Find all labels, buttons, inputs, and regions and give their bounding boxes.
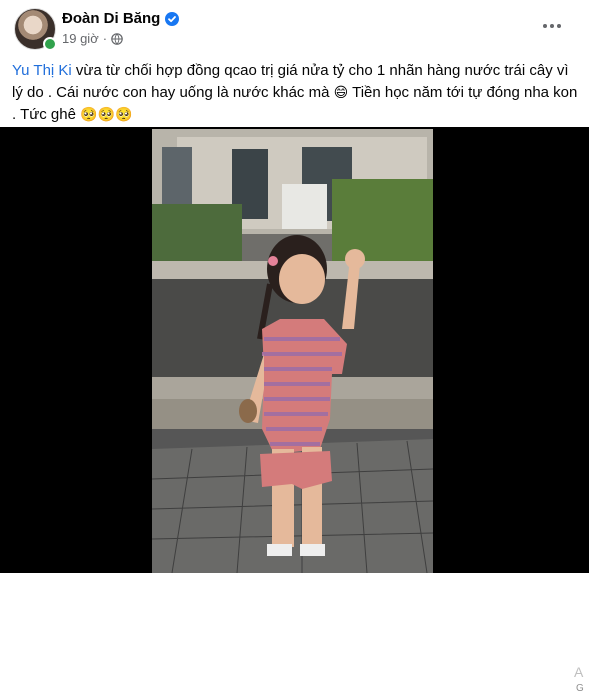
post-time[interactable]: 19 giờ: [62, 31, 99, 46]
author-row: Đoàn Di Băng: [62, 10, 180, 27]
emoji-pleading: 🥺🥺🥺: [80, 107, 133, 123]
verified-badge-icon: [165, 11, 180, 26]
post-header: Đoàn Di Băng 19 giờ ·: [14, 8, 574, 52]
video-side-text-2: G: [576, 683, 584, 694]
mention-link[interactable]: Yu Thị Ki: [12, 62, 72, 79]
video-scene: [152, 129, 433, 573]
facebook-post: Đoàn Di Băng 19 giờ · Yu Thị Ki vừa từ c…: [0, 0, 589, 694]
more-options-button[interactable]: [540, 14, 564, 38]
video-side-text: A: [574, 664, 584, 680]
globe-icon[interactable]: [111, 32, 123, 45]
post-text: Yu Thị Ki vừa từ chối hợp đồng qcao trị …: [12, 60, 582, 126]
online-status-dot: [43, 37, 57, 51]
video-frame[interactable]: [152, 129, 433, 573]
video-player[interactable]: A G: [0, 127, 589, 694]
post-meta: 19 giờ ·: [62, 31, 123, 46]
emoji-laughing: 😄: [333, 85, 349, 101]
author-name[interactable]: Đoàn Di Băng: [62, 10, 160, 27]
dot-separator: ·: [102, 31, 108, 46]
